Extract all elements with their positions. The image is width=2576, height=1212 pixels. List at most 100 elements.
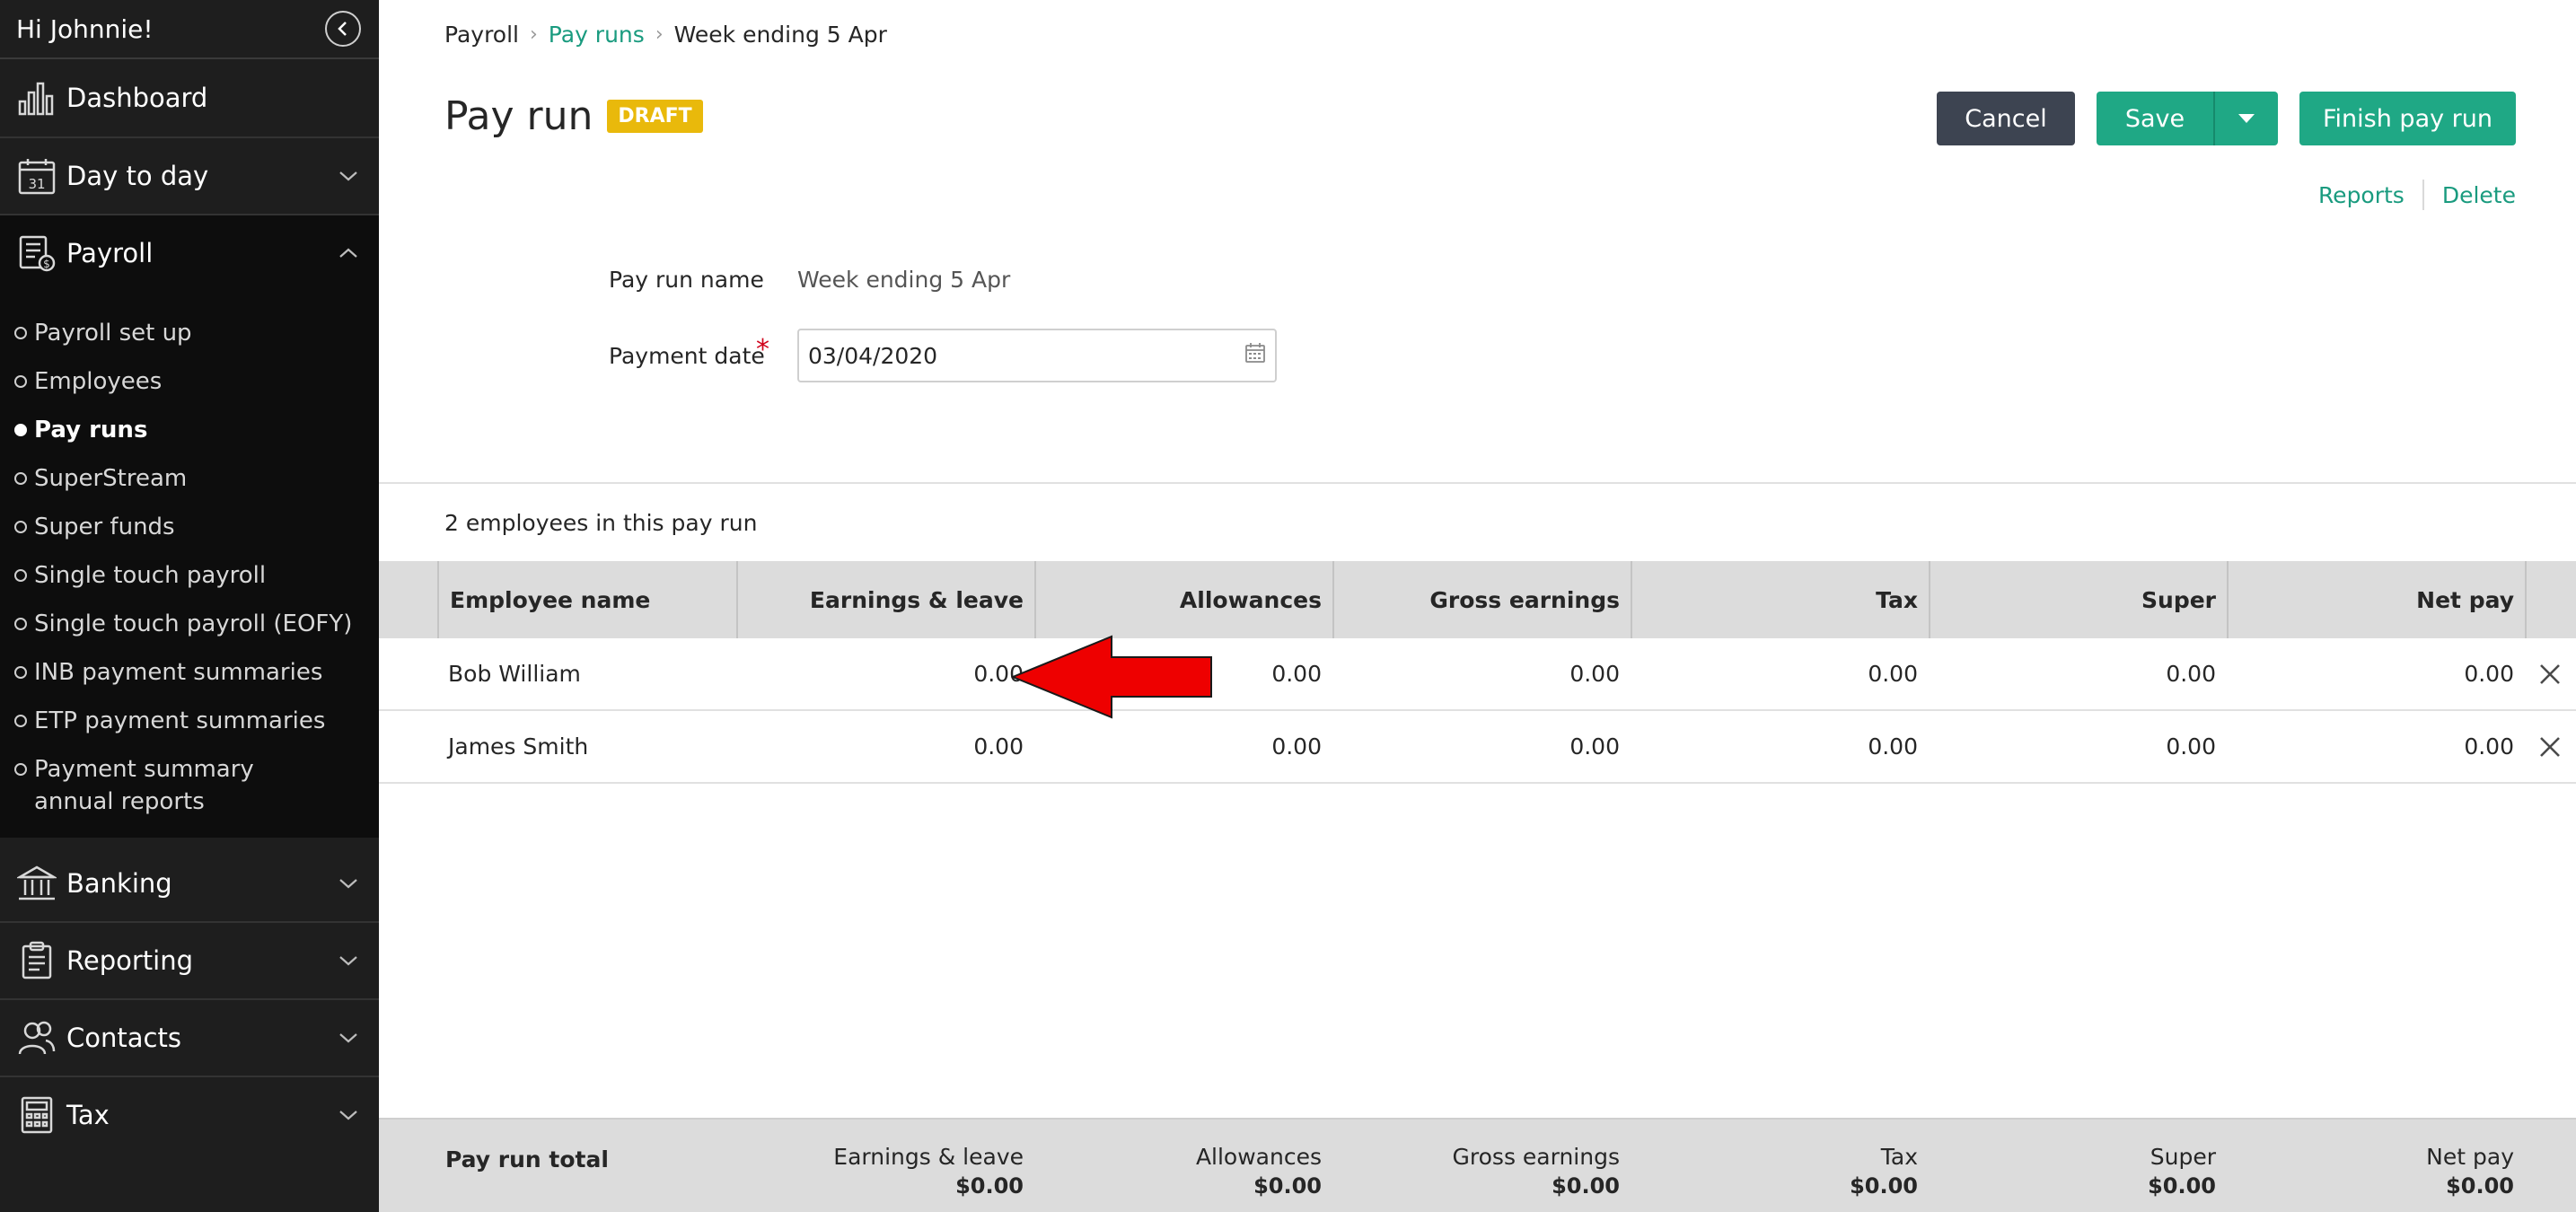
table-header: Employee name Earnings & leave Allowance…: [379, 561, 2576, 638]
payment-date-row: Payment date * 03/04/2020: [609, 329, 1277, 382]
nav-day-to-day-label: Day to day: [66, 161, 209, 191]
nav-banking-label: Banking: [66, 868, 172, 899]
submenu-employees[interactable]: Employees: [0, 357, 379, 406]
remove-employee-button[interactable]: [2525, 638, 2574, 709]
chevron-down-icon: [336, 1102, 361, 1128]
payment-date-input[interactable]: 03/04/2020: [797, 329, 1277, 382]
employee-name[interactable]: Bob William: [437, 638, 736, 709]
submenu-single-touch-payroll[interactable]: Single touch payroll: [0, 551, 379, 600]
sidebar-header: Hi Johnnie!: [0, 0, 379, 59]
reports-link[interactable]: Reports: [2318, 182, 2405, 208]
tax-cell: 0.00: [1868, 733, 1918, 760]
gross-earnings-cell: 0.00: [1569, 661, 1620, 687]
collapse-sidebar-button[interactable]: [325, 11, 361, 47]
chevron-down-icon: [336, 163, 361, 189]
bullet-icon: [14, 375, 27, 388]
total-tax: Tax $0.00: [1850, 1144, 1918, 1199]
calendar-day-number: 31: [28, 176, 45, 192]
pay-run-totals: Pay run total Earnings & leave $0.00 All…: [379, 1118, 2576, 1212]
table-header-spacer: [379, 561, 437, 638]
breadcrumb-payroll[interactable]: Payroll: [444, 22, 519, 48]
payment-date-label: Payment date *: [609, 333, 769, 369]
bullet-icon: [14, 521, 27, 533]
remove-employee-button[interactable]: [2525, 711, 2574, 782]
column-header-tax: Tax: [1631, 561, 1929, 638]
svg-text:$: $: [43, 258, 50, 270]
employee-count: 2 employees in this pay run: [444, 510, 758, 536]
bullet-icon: [14, 666, 27, 679]
column-header-earnings: Earnings & leave: [736, 561, 1034, 638]
tax-cell: 0.00: [1868, 661, 1918, 687]
nav-contacts[interactable]: Contacts: [0, 1000, 379, 1076]
total-net-pay: Net pay $0.00: [2426, 1144, 2514, 1199]
column-header-gross-earnings: Gross earnings: [1332, 561, 1631, 638]
submenu-super-funds[interactable]: Super funds: [0, 503, 379, 551]
calendar-picker-icon[interactable]: [1244, 342, 1266, 369]
divider: [2422, 180, 2424, 210]
bullet-icon: [14, 569, 27, 582]
bullet-icon: [14, 715, 27, 727]
delete-link[interactable]: Delete: [2442, 182, 2516, 208]
calendar-icon: 31: [14, 156, 59, 196]
divider: [379, 482, 2576, 484]
status-badge: DRAFT: [607, 100, 703, 133]
allowances-cell: 0.00: [1271, 733, 1322, 760]
save-button[interactable]: Save: [2097, 92, 2213, 145]
net-pay-cell: 0.00: [2464, 661, 2514, 687]
cancel-button[interactable]: Cancel: [1937, 92, 2075, 145]
caret-down-icon: [2238, 114, 2255, 123]
annotation-arrow-icon: [1011, 635, 1212, 719]
breadcrumb-pay-runs[interactable]: Pay runs: [549, 22, 645, 48]
totals-title: Pay run total: [445, 1146, 609, 1172]
bullet-icon: [14, 472, 27, 485]
submenu-payment-summary-annual-reports[interactable]: Payment summary annual reports: [0, 745, 379, 818]
nav-banking[interactable]: Banking: [0, 846, 379, 921]
chevron-up-icon: [336, 241, 361, 266]
employees-table: Employee name Earnings & leave Allowance…: [379, 561, 2576, 784]
secondary-links: Reports Delete: [2318, 180, 2516, 210]
contacts-icon: [14, 1018, 59, 1058]
action-buttons: Cancel Save Finish pay run: [1937, 92, 2516, 145]
submenu-pay-runs[interactable]: Pay runs: [0, 406, 379, 454]
chevron-down-icon: [336, 948, 361, 973]
page-title: Pay run: [444, 93, 593, 139]
nav-dashboard[interactable]: Dashboard: [0, 59, 379, 136]
bank-icon: [14, 864, 59, 903]
chevron-right-icon: ›: [655, 23, 664, 46]
table-row[interactable]: Bob William 0.00 0.00 0.00 0.00 0.00 0.0…: [379, 638, 2576, 711]
nav-contacts-label: Contacts: [66, 1023, 181, 1053]
bullet-filled-icon: [14, 424, 27, 436]
submenu-superstream[interactable]: SuperStream: [0, 454, 379, 503]
main-content: Payroll › Pay runs › Week ending 5 Apr P…: [379, 0, 2576, 1212]
total-allowances: Allowances $0.00: [1195, 1144, 1322, 1199]
clipboard-icon: [14, 941, 59, 980]
payment-date-value: 03/04/2020: [808, 342, 938, 369]
close-icon: [2539, 663, 2560, 684]
finish-pay-run-button[interactable]: Finish pay run: [2299, 92, 2516, 145]
nav-day-to-day[interactable]: 31 Day to day: [0, 138, 379, 214]
chevron-down-icon: [336, 1025, 361, 1050]
nav-payroll[interactable]: $ Payroll: [0, 215, 379, 291]
submenu-etp-payment-summaries[interactable]: ETP payment summaries: [0, 697, 379, 745]
super-cell: 0.00: [2166, 661, 2216, 687]
employee-name[interactable]: James Smith: [437, 711, 736, 782]
chevron-right-icon: ›: [529, 23, 538, 46]
nav-tax-label: Tax: [66, 1100, 110, 1130]
chevron-down-icon: [336, 871, 361, 896]
pay-run-name-value: Week ending 5 Apr: [797, 267, 1011, 293]
net-pay-cell: 0.00: [2464, 733, 2514, 760]
save-options-button[interactable]: [2213, 92, 2278, 145]
total-super: Super $0.00: [2148, 1144, 2216, 1199]
column-header-super: Super: [1929, 561, 2227, 638]
breadcrumb-current: Week ending 5 Apr: [673, 22, 887, 48]
submenu-payroll-set-up[interactable]: Payroll set up: [0, 309, 379, 357]
nav-dashboard-label: Dashboard: [66, 83, 208, 113]
pay-run-name-row: Pay run name Week ending 5 Apr: [609, 267, 1010, 293]
table-row[interactable]: James Smith 0.00 0.00 0.00 0.00 0.00 0.0…: [379, 711, 2576, 784]
nav-tax[interactable]: Tax: [0, 1077, 379, 1153]
column-header-employee-name: Employee name: [437, 561, 736, 638]
payroll-icon: $: [14, 233, 59, 273]
submenu-single-touch-payroll-eofy[interactable]: Single touch payroll (EOFY): [0, 600, 379, 648]
submenu-inb-payment-summaries[interactable]: INB payment summaries: [0, 648, 379, 697]
nav-reporting[interactable]: Reporting: [0, 923, 379, 998]
